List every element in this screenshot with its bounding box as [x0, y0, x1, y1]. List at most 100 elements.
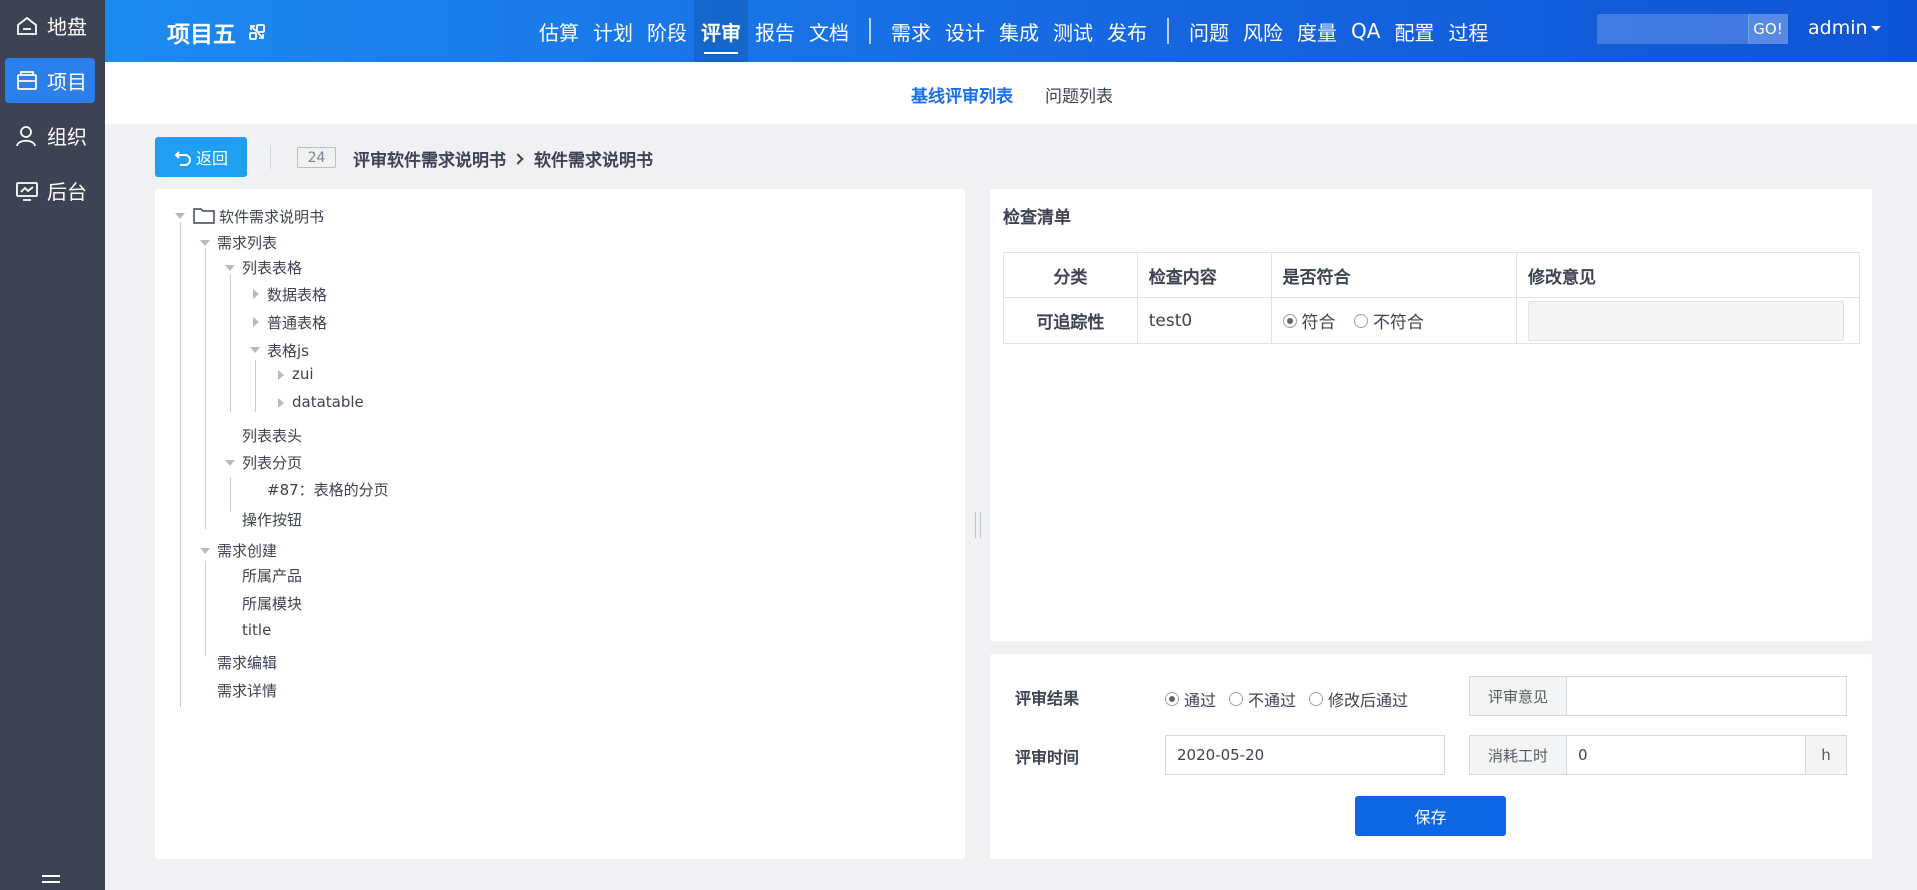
- search-go-button[interactable]: GO!: [1748, 14, 1788, 44]
- nav-issue[interactable]: 问题: [1182, 0, 1236, 62]
- radio-label: 符合: [1301, 313, 1336, 333]
- breadcrumb-current: 软件需求说明书: [534, 151, 653, 171]
- nav-process[interactable]: 过程: [1441, 0, 1495, 62]
- save-button[interactable]: 保存: [1355, 796, 1506, 836]
- tab-baseline-review-list[interactable]: 基线评审列表: [911, 82, 1013, 107]
- project-switcher[interactable]: 项目五: [167, 15, 266, 49]
- column-header: 检查内容: [1136, 252, 1272, 298]
- nav-measure[interactable]: 度量: [1290, 0, 1344, 62]
- folder-icon: [193, 208, 215, 224]
- nav-qa[interactable]: QA: [1344, 0, 1387, 62]
- collapse-toggle-icon[interactable]: [200, 240, 210, 246]
- radio-pass[interactable]: [1165, 692, 1179, 706]
- nav-doc[interactable]: 文档: [802, 0, 856, 62]
- sidebar-item-organization[interactable]: 组织: [5, 113, 95, 158]
- divider: [270, 145, 271, 169]
- tree-node[interactable]: 列表分页: [242, 452, 302, 473]
- nav-report[interactable]: 报告: [748, 0, 802, 62]
- home-icon: [17, 16, 37, 35]
- radio-compliant[interactable]: [1282, 313, 1297, 328]
- table-header-row: 分类 检查内容 是否符合 修改意见: [1003, 252, 1861, 298]
- id-badge: 24: [297, 147, 336, 168]
- expand-toggle-icon[interactable]: [253, 289, 259, 299]
- nav-review[interactable]: 评审: [694, 0, 748, 62]
- user-menu[interactable]: admin: [1808, 17, 1881, 39]
- tree-node[interactable]: 所属产品: [242, 565, 302, 586]
- tree-node[interactable]: 操作按钮: [242, 509, 302, 530]
- collapse-toggle-icon[interactable]: [225, 460, 235, 466]
- opinion-label: 评审意见: [1469, 676, 1567, 716]
- collapse-toggle-icon[interactable]: [200, 548, 210, 554]
- sidebar-item-project[interactable]: 项目: [5, 58, 95, 103]
- expand-toggle-icon[interactable]: [253, 317, 259, 327]
- tree-node[interactable]: 需求创建: [217, 540, 277, 561]
- switch-project-icon[interactable]: [248, 23, 266, 41]
- nav-divider: [869, 18, 871, 44]
- tree-line: [230, 477, 231, 511]
- back-button[interactable]: 返回: [155, 137, 247, 177]
- sub-nav: 基线评审列表 问题列表: [105, 62, 1917, 124]
- radio-pass-after-fix[interactable]: [1309, 692, 1324, 706]
- undo-icon: [174, 151, 191, 166]
- tree-line: [205, 561, 206, 656]
- comment-input[interactable]: [1527, 300, 1844, 341]
- menu-toggle-icon[interactable]: [40, 872, 62, 890]
- radio-label: 不通过: [1248, 691, 1297, 710]
- hours-unit: h: [1805, 735, 1847, 775]
- hours-label: 消耗工时: [1469, 735, 1567, 775]
- collapse-toggle-icon[interactable]: [250, 347, 260, 353]
- tree-node[interactable]: 需求编辑: [217, 652, 277, 673]
- tree-node[interactable]: 所属模块: [242, 593, 302, 614]
- nav-requirement[interactable]: 需求: [884, 0, 938, 62]
- nav-integration[interactable]: 集成: [992, 0, 1046, 62]
- opinion-input[interactable]: [1566, 676, 1847, 716]
- tree-node[interactable]: 需求列表: [217, 232, 277, 253]
- tree-node[interactable]: 列表表头: [242, 425, 302, 446]
- tree-line: [255, 360, 256, 412]
- breadcrumb-parent[interactable]: 评审软件需求说明书: [353, 146, 506, 171]
- back-button-label: 返回: [195, 149, 228, 168]
- radio-noncompliant[interactable]: [1353, 313, 1368, 328]
- nav-stage[interactable]: 阶段: [640, 0, 694, 62]
- nav-release[interactable]: 发布: [1100, 0, 1154, 62]
- nav-test[interactable]: 测试: [1046, 0, 1100, 62]
- tree-node[interactable]: title: [242, 621, 271, 639]
- monitor-icon: [16, 181, 38, 201]
- tree-node[interactable]: 普通表格: [267, 312, 327, 333]
- radio-fail[interactable]: [1229, 692, 1244, 706]
- panel-resize-handle[interactable]: [975, 512, 981, 538]
- result-label: 评审结果: [1015, 689, 1080, 708]
- main-nav: 估算 计划 阶段 评审 报告 文档 需求 设计 集成 测试 发布 问题 风险 度…: [532, 0, 1495, 62]
- tree-node[interactable]: datatable: [292, 393, 364, 411]
- tree-node-root[interactable]: 软件需求说明书: [219, 206, 324, 227]
- tree-node[interactable]: #87：表格的分页: [267, 479, 389, 500]
- tree-node[interactable]: 列表表格: [242, 257, 302, 278]
- tree-node[interactable]: 表格js: [267, 340, 309, 361]
- sidebar-item-dashboard[interactable]: 地盘: [5, 3, 95, 48]
- search-input[interactable]: [1597, 14, 1749, 44]
- nav-config[interactable]: 配置: [1387, 0, 1441, 62]
- project-icon: [17, 70, 37, 90]
- tree-line: [180, 222, 181, 707]
- time-label: 评审时间: [1015, 748, 1080, 767]
- expand-toggle-icon[interactable]: [278, 370, 284, 380]
- tab-issue-list[interactable]: 问题列表: [1045, 82, 1113, 107]
- tree-node[interactable]: 数据表格: [267, 284, 327, 305]
- column-header: 修改意见: [1515, 252, 1861, 298]
- nav-plan[interactable]: 计划: [586, 0, 640, 62]
- tree-node[interactable]: zui: [292, 365, 314, 383]
- nav-estimate[interactable]: 估算: [532, 0, 586, 62]
- checklist-table: 分类 检查内容 是否符合 修改意见 可追踪性 test0 符合 不符合: [1003, 252, 1861, 344]
- nav-risk[interactable]: 风险: [1236, 0, 1290, 62]
- nav-design[interactable]: 设计: [938, 0, 992, 62]
- hours-input[interactable]: 0: [1566, 735, 1806, 775]
- expand-toggle-icon[interactable]: [278, 398, 284, 408]
- collapse-toggle-icon[interactable]: [175, 213, 185, 219]
- breadcrumb: 评审软件需求说明书 软件需求说明书: [353, 146, 653, 171]
- tree-node[interactable]: 需求详情: [217, 680, 277, 701]
- sidebar-item-label: 项目: [47, 70, 87, 94]
- user-icon: [16, 125, 36, 146]
- collapse-toggle-icon[interactable]: [225, 265, 235, 271]
- review-date-input[interactable]: 2020-05-20: [1165, 735, 1445, 775]
- sidebar-item-admin[interactable]: 后台: [5, 168, 95, 213]
